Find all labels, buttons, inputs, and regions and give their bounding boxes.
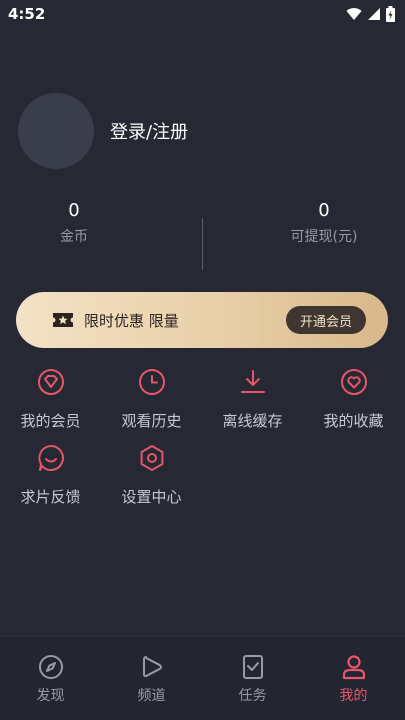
menu-label: 观看历史 bbox=[121, 412, 182, 430]
heart-icon bbox=[340, 369, 367, 395]
stats-panel: 0 金币 0 可提现(元) bbox=[0, 200, 405, 270]
nav-channels[interactable]: 频道 bbox=[101, 653, 202, 705]
play-icon bbox=[142, 656, 162, 678]
menu-request-feedback[interactable]: 求片反馈 bbox=[0, 444, 101, 507]
signal-icon bbox=[368, 8, 380, 20]
nav-discover[interactable]: 发现 bbox=[0, 653, 101, 705]
nav-label: 频道 bbox=[137, 688, 166, 704]
coins-value: 0 bbox=[68, 200, 80, 221]
open-vip-button[interactable]: 开通会员 bbox=[285, 306, 366, 334]
bottom-nav: 发现 频道 任务 我的 bbox=[0, 636, 405, 720]
login-register-link[interactable]: 登录/注册 bbox=[110, 118, 188, 144]
withdrawable-stat[interactable]: 0 可提现(元) bbox=[264, 200, 384, 246]
nav-label: 发现 bbox=[36, 688, 65, 704]
task-check-icon bbox=[242, 655, 263, 679]
nav-label: 我的 bbox=[339, 688, 368, 704]
ticket-star-icon bbox=[53, 313, 73, 327]
withdrawable-label: 可提现(元) bbox=[290, 229, 358, 245]
download-icon bbox=[240, 370, 265, 393]
status-bar: 4:52 bbox=[0, 0, 405, 28]
stats-divider bbox=[202, 218, 203, 270]
menu-label: 我的会员 bbox=[20, 412, 81, 430]
menu-label: 求片反馈 bbox=[20, 488, 81, 506]
battery-icon bbox=[386, 6, 395, 22]
nav-mine[interactable]: 我的 bbox=[303, 653, 404, 705]
nav-label: 任务 bbox=[238, 688, 267, 704]
settings-hexagon-icon bbox=[140, 445, 163, 471]
avatar[interactable] bbox=[18, 93, 94, 169]
diamond-icon bbox=[37, 369, 64, 395]
compass-icon bbox=[38, 655, 63, 679]
profile-header[interactable]: 登录/注册 bbox=[18, 93, 188, 169]
nav-tasks[interactable]: 任务 bbox=[202, 653, 303, 705]
withdrawable-value: 0 bbox=[318, 200, 330, 221]
vip-promo-banner[interactable]: 限时优惠 限量 开通会员 bbox=[16, 292, 388, 348]
vip-promo-text: 限时优惠 限量 bbox=[84, 311, 179, 330]
menu-my-favorites[interactable]: 我的收藏 bbox=[303, 368, 404, 431]
chat-bubble-icon bbox=[37, 445, 64, 471]
menu-label: 离线缓存 bbox=[222, 412, 283, 430]
user-icon bbox=[342, 655, 365, 680]
coins-stat[interactable]: 0 金币 bbox=[14, 200, 134, 246]
menu-settings[interactable]: 设置中心 bbox=[101, 444, 202, 507]
menu-my-vip[interactable]: 我的会员 bbox=[0, 368, 101, 431]
menu-label: 设置中心 bbox=[121, 488, 182, 506]
menu-label: 我的收藏 bbox=[323, 412, 384, 430]
menu-offline-cache[interactable]: 离线缓存 bbox=[202, 368, 303, 431]
coins-label: 金币 bbox=[60, 229, 88, 245]
wifi-icon bbox=[346, 8, 362, 20]
status-icons bbox=[346, 6, 395, 22]
status-time: 4:52 bbox=[8, 5, 46, 23]
menu-watch-history[interactable]: 观看历史 bbox=[101, 368, 202, 431]
clock-icon bbox=[138, 369, 165, 395]
